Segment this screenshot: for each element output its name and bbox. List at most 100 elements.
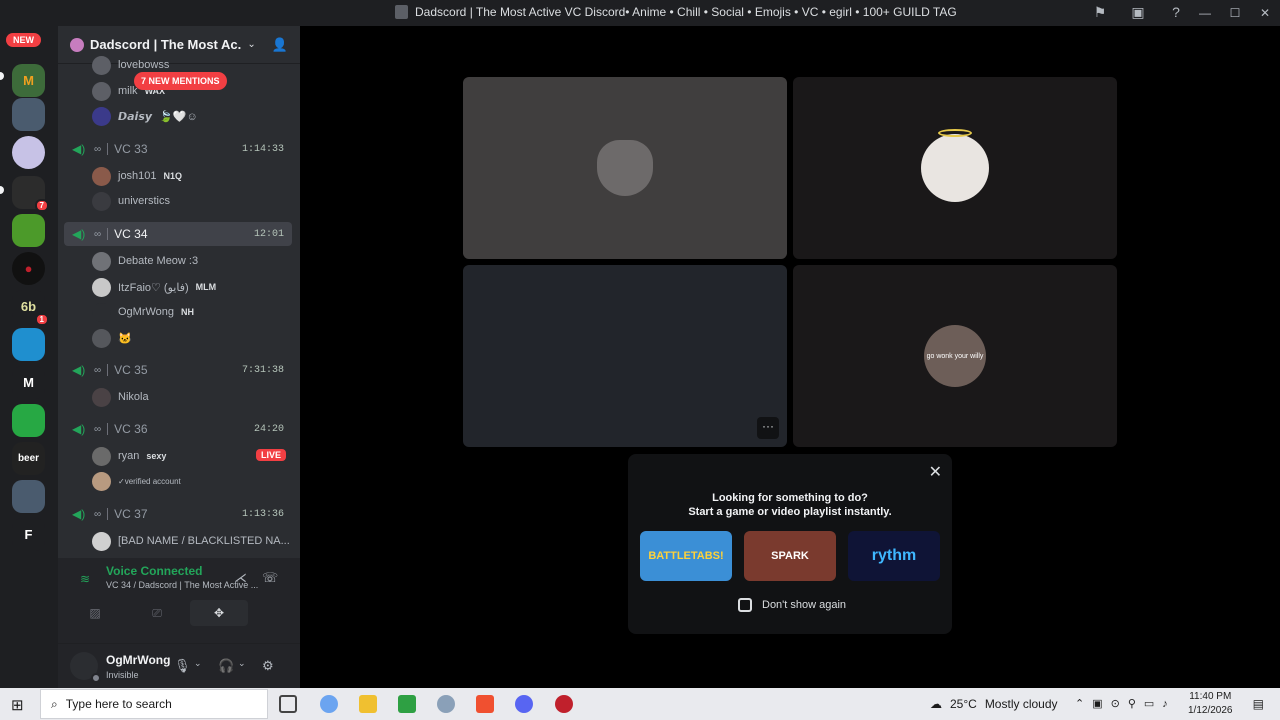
avatar	[92, 191, 111, 211]
chevron-down-icon[interactable]: ⌄	[194, 658, 202, 669]
task-view-icon[interactable]	[279, 695, 297, 713]
add-user-icon[interactable]: 👤	[272, 37, 288, 53]
participant-tile[interactable]	[793, 77, 1117, 259]
disconnect-icon[interactable]: ☏	[262, 570, 278, 586]
guild-icon[interactable]	[12, 328, 45, 361]
voice-member[interactable]: ✓verified account	[92, 470, 181, 492]
guild-rail: NEW M 7 ● 6b 1 M beer F	[0, 26, 58, 688]
avatar	[92, 531, 111, 551]
avatar	[92, 166, 111, 186]
guild-icon[interactable]: 6b 1	[12, 290, 49, 326]
voice-member[interactable]: josh101 N1Q	[92, 165, 182, 187]
close-icon[interactable]: ✕	[929, 462, 942, 482]
brave-icon[interactable]	[476, 695, 494, 713]
voice-member[interactable]: OgMrWong NH	[92, 301, 194, 323]
server-name: Dadscord | The Most Ac...	[90, 37, 242, 52]
voice-member[interactable]: Nikola	[92, 386, 149, 408]
participant-tile[interactable]	[463, 77, 787, 259]
guild-icon[interactable]: M	[12, 64, 45, 97]
guild-tag: sexy	[146, 451, 167, 461]
voice-location[interactable]: VC 34 / Dadscord | The Most Active ...	[106, 580, 276, 590]
voice-channel-vc33[interactable]: ◀) ∞ VC 33 1:14:33	[64, 137, 292, 161]
activities-icon: ✥	[213, 606, 225, 620]
app-icon[interactable]	[555, 695, 573, 713]
activity-card-battletabs[interactable]: BATTLETABS!	[640, 531, 732, 581]
activity-card-spark[interactable]: SPARK	[744, 531, 836, 581]
weather-widget[interactable]: ☁ 25°C Mostly cloudy	[930, 697, 1058, 711]
help-icon[interactable]: ?	[1168, 4, 1184, 20]
minimize-button[interactable]: —	[1190, 0, 1220, 26]
app-icon[interactable]	[437, 695, 455, 713]
user-status: Invisible	[106, 670, 139, 680]
chevron-down-icon[interactable]: ⌄	[238, 658, 246, 669]
flag-icon[interactable]: ⚑	[1092, 4, 1108, 20]
voice-member[interactable]: ryan sexy	[92, 445, 166, 467]
guild-icon[interactable]: M	[12, 366, 45, 399]
channel-name: VC 34	[114, 227, 148, 241]
voice-member[interactable]: ItzFaio♡ (فايو) MLM	[92, 276, 216, 298]
participant-tile[interactable]: ···	[463, 265, 787, 447]
avatar	[92, 471, 111, 491]
microphone-icon[interactable]: 🎙	[174, 658, 191, 674]
avatar	[92, 302, 111, 322]
guild-icon[interactable]: ●	[12, 252, 45, 285]
guild-letter: F	[24, 527, 33, 542]
speaker-icon: ◀)	[72, 227, 86, 241]
guild-icon[interactable]	[12, 480, 45, 513]
guild-icon[interactable]: 7	[12, 176, 49, 212]
voice-member[interactable]: universtics	[92, 190, 170, 212]
copilot-icon[interactable]	[320, 695, 338, 713]
activity-card-label: SPARK	[771, 550, 809, 562]
minecraft-icon[interactable]	[398, 695, 416, 713]
channel-timer: 1:13:36	[241, 508, 284, 520]
camera-button[interactable]: ▨	[66, 600, 124, 626]
notification-icon[interactable]: ▤	[1253, 697, 1264, 711]
activity-card-rythm[interactable]: rythm	[848, 531, 940, 581]
more-options-button[interactable]: ···	[757, 417, 779, 439]
maximize-button[interactable]: ☐	[1220, 0, 1250, 26]
settings-gear-icon[interactable]: ⚙	[262, 658, 274, 674]
discord-icon[interactable]	[515, 695, 533, 713]
voice-channel-vc36[interactable]: ◀) ∞ VC 36 24:20	[64, 417, 292, 441]
guild-icon[interactable]: F	[12, 518, 45, 551]
guild-icon[interactable]	[12, 404, 45, 437]
voice-member[interactable]: [BAD NAME / BLACKLISTED NA...	[92, 530, 290, 552]
close-button[interactable]: ✕	[1250, 0, 1280, 26]
screenshare-button[interactable]: ⎚	[128, 600, 186, 626]
window-title: Dadscord | The Most Active VC Discord• A…	[415, 5, 957, 19]
system-tray-icons[interactable]: ⌃▣⊙⚲▭♪	[1075, 697, 1176, 710]
voice-member[interactable]: 🐱	[92, 327, 132, 349]
new-mentions-pill[interactable]: 7 NEW MENTIONS	[134, 72, 227, 90]
windows-start-icon[interactable]: ⊞	[11, 696, 24, 714]
divider	[107, 508, 109, 520]
guild-icon-minecraft[interactable]	[12, 214, 45, 247]
mention-badge: 7	[34, 199, 49, 212]
voice-channel-vc35[interactable]: ◀) ∞ VC 35 7:31:38	[64, 358, 292, 382]
guild-icon[interactable]	[12, 98, 45, 131]
guild-icon[interactable]: beer	[12, 442, 45, 475]
voice-channel-vc34[interactable]: ◀) ∞ VC 34 12:01	[64, 222, 292, 246]
voice-channel-vc37[interactable]: ◀) ∞ VC 37 1:13:36	[64, 502, 292, 526]
activities-button[interactable]: ✥	[190, 600, 248, 626]
guild-tag: N1Q	[163, 171, 183, 181]
search-placeholder: Type here to search	[65, 697, 172, 711]
noise-suppression-icon[interactable]: ⋌	[234, 570, 247, 586]
user-name: OgMrWong	[106, 653, 171, 667]
guild-icon[interactable]	[12, 136, 45, 169]
signal-icon[interactable]: ≋	[80, 572, 90, 586]
inbox-icon[interactable]: ▣	[1130, 4, 1146, 20]
voice-connected-panel: ≋ Voice Connected VC 34 / Dadscord | The…	[58, 558, 300, 644]
file-explorer-icon[interactable]	[359, 695, 377, 713]
taskbar-clock[interactable]: 11:40 PM 1/12/2026	[1188, 690, 1233, 718]
headphones-icon[interactable]: 🎧	[218, 658, 234, 674]
participant-tile[interactable]: go wonk your willy	[793, 265, 1117, 447]
voice-member[interactable]: Debate Meow :3	[92, 250, 198, 272]
live-badge: LIVE	[256, 449, 287, 461]
taskbar-search-input[interactable]: ⌕ Type here to search	[40, 689, 268, 719]
channel-sidebar: Dadscord | The Most Ac... ⌄ 👤 7 NEW MENT…	[58, 26, 300, 688]
dont-show-label[interactable]: Don't show again	[762, 599, 846, 611]
server-tag-icon	[70, 37, 84, 52]
voice-member[interactable]: 𝘿𝙖𝙞𝙨𝙮 🍃🤍☺	[92, 105, 198, 127]
dont-show-checkbox[interactable]	[738, 598, 752, 612]
new-badge[interactable]: NEW	[6, 33, 41, 47]
